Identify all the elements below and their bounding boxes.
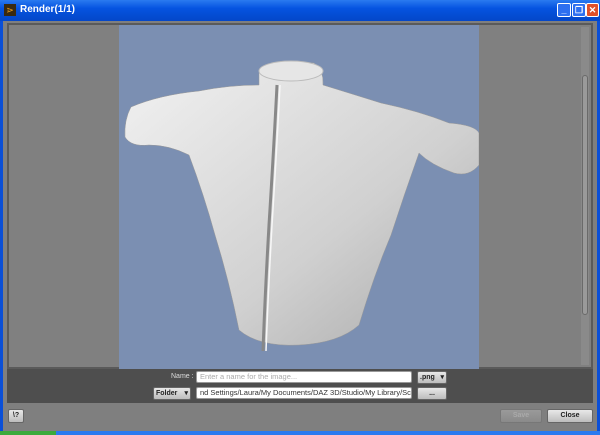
rendered-image (119, 25, 480, 369)
name-label: Name : (171, 373, 194, 380)
close-button[interactable]: Close (547, 409, 593, 423)
folder-path-input[interactable]: nd Settings/Laura/My Documents/DAZ 3D/St… (196, 387, 412, 399)
app-icon: ⋗ (4, 4, 16, 16)
title-bar[interactable]: ⋗ Render(1/1) _ ❐ ✕ (0, 0, 600, 21)
render-dialog: Name : Enter a name for the image... .pn… (3, 21, 597, 431)
folder-label: Folder (156, 390, 178, 397)
browse-button[interactable]: ... (417, 387, 447, 400)
minimize-button[interactable]: _ (557, 3, 571, 17)
help-button[interactable]: \? (8, 409, 24, 423)
chevron-down-icon: ▾ (184, 390, 188, 397)
folder-dropdown[interactable]: Folder ▾ (153, 387, 191, 400)
window-title: Render(1/1) (20, 4, 76, 15)
maximize-button[interactable]: ❐ (572, 3, 586, 17)
vertical-scrollbar[interactable] (581, 27, 589, 365)
taskbar-edge (0, 431, 600, 435)
format-dropdown[interactable]: .png ▾ (417, 371, 447, 384)
save-options: Name : Enter a name for the image... .pn… (7, 369, 593, 403)
shirt-render (124, 60, 480, 352)
chevron-down-icon: ▾ (440, 374, 444, 381)
scrollbar-thumb[interactable] (582, 75, 588, 315)
render-viewport (7, 23, 593, 369)
save-button[interactable]: Save (500, 409, 542, 423)
image-name-input[interactable]: Enter a name for the image... (196, 371, 412, 383)
close-window-button[interactable]: ✕ (586, 3, 599, 17)
format-value: .png (420, 374, 435, 381)
